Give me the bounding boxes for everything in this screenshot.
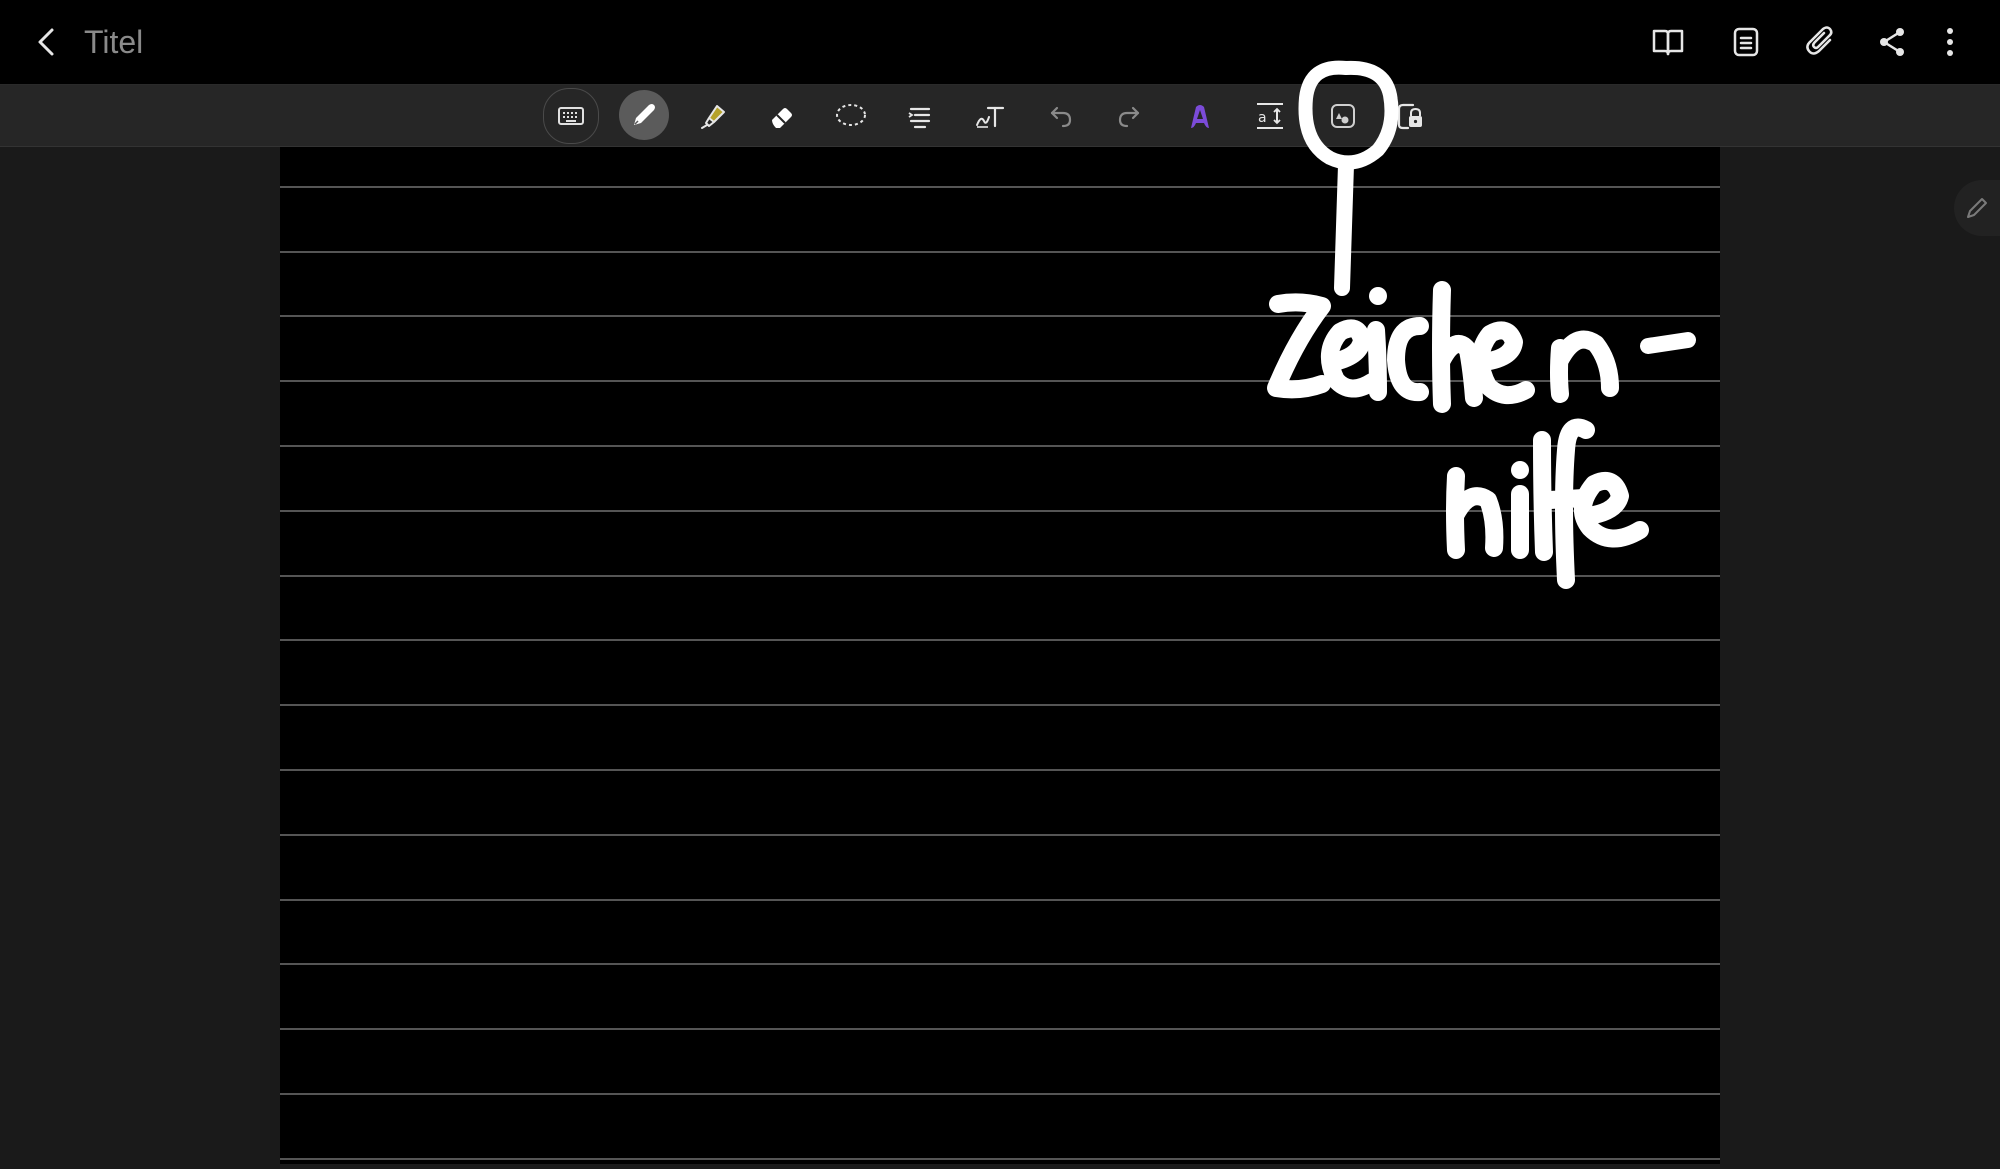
ruled-line — [280, 445, 1720, 447]
ruled-line — [280, 1028, 1720, 1030]
lasso-select-icon — [836, 104, 866, 126]
note-title[interactable]: Titel — [84, 22, 143, 62]
ruled-line — [280, 510, 1720, 512]
app-bar: Titel — [0, 0, 2000, 85]
ruled-line — [280, 186, 1720, 188]
ruled-line — [280, 899, 1720, 901]
attachment-icon — [1806, 26, 1833, 55]
undo-icon — [1050, 106, 1072, 128]
ruled-line — [280, 315, 1720, 317]
pen-toolbar: a — [0, 85, 2000, 147]
more-options-button[interactable] — [1925, 16, 1975, 68]
pen-icon — [634, 104, 655, 125]
note-canvas[interactable] — [280, 147, 1720, 1164]
page-list-icon — [1733, 27, 1759, 57]
lasso-select-button[interactable] — [825, 91, 877, 141]
text-format-button[interactable] — [894, 91, 946, 141]
redo-icon — [1118, 106, 1140, 128]
pen-tool-button[interactable] — [619, 90, 669, 140]
ruled-line — [280, 1158, 1720, 1160]
share-button[interactable] — [1866, 16, 1918, 68]
highlighter-icon — [701, 105, 725, 129]
eraser-icon — [772, 108, 792, 128]
ai-assist-button[interactable] — [1174, 91, 1226, 141]
drawing-assist-icon — [1331, 104, 1355, 128]
ruled-line — [280, 704, 1720, 706]
ruled-line — [280, 769, 1720, 771]
read-only-lock-button[interactable] — [1384, 91, 1436, 141]
highlighter-tool-button[interactable] — [687, 91, 739, 141]
redo-button[interactable] — [1104, 91, 1156, 141]
book-view-icon — [1652, 29, 1684, 56]
eraser-tool-button[interactable] — [755, 91, 807, 141]
svg-text:a: a — [1258, 110, 1267, 126]
ruled-line — [280, 963, 1720, 965]
text-format-icon — [908, 107, 931, 129]
text-spacing-icon: a — [1257, 103, 1283, 129]
keyboard-icon — [558, 107, 584, 125]
ruled-line — [280, 380, 1720, 382]
share-icon — [1880, 28, 1904, 56]
handwriting-to-text-button[interactable] — [964, 91, 1016, 141]
pencil-icon — [1967, 198, 1987, 218]
book-view-button[interactable] — [1642, 16, 1694, 68]
attachment-button[interactable] — [1795, 16, 1847, 68]
text-spacing-button[interactable]: a — [1244, 91, 1296, 141]
undo-button[interactable] — [1034, 91, 1086, 141]
side-pen-handle[interactable] — [1954, 180, 2000, 236]
read-only-lock-icon — [1397, 103, 1422, 130]
ai-assist-icon — [1191, 105, 1209, 128]
keyboard-button[interactable] — [543, 88, 599, 144]
drawing-assist-button[interactable] — [1317, 91, 1369, 141]
ruled-line — [280, 639, 1720, 641]
ruled-line — [280, 575, 1720, 577]
ruled-line — [280, 251, 1720, 253]
handwriting-to-text-icon — [976, 106, 1005, 128]
page-list-button[interactable] — [1720, 16, 1772, 68]
more-options-icon — [1947, 28, 1953, 56]
ruled-line — [280, 834, 1720, 836]
back-button[interactable] — [26, 20, 66, 64]
back-arrow-icon — [38, 28, 54, 56]
ruled-line — [280, 1093, 1720, 1095]
